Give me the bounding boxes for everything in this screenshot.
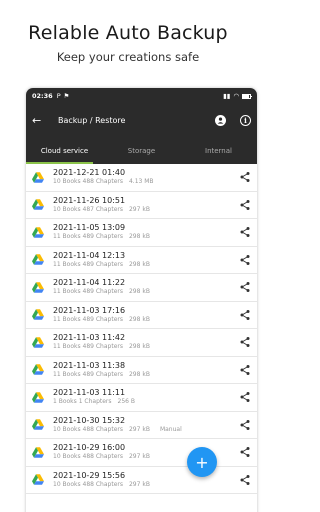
backup-info: 11 Books 489 Chapters (53, 260, 123, 268)
backup-info: 11 Books 489 Chapters (53, 370, 123, 378)
backup-row[interactable]: 2021-11-04 11:22 11 Books 489 Chapters 29… (26, 274, 257, 302)
account-icon[interactable] (215, 115, 226, 126)
add-backup-button[interactable]: + (187, 447, 217, 477)
google-drive-icon (32, 447, 44, 458)
backup-size: 297 kB (128, 425, 150, 433)
backup-info: 1 Books 1 Chapters (53, 398, 112, 406)
share-icon[interactable] (239, 336, 251, 348)
page-title: Backup / Restore (58, 116, 126, 125)
share-icon[interactable] (239, 364, 251, 376)
backup-info: 11 Books 489 Chapters (53, 288, 123, 296)
tab-cloud-service[interactable]: Cloud service (26, 137, 103, 164)
backup-info: 11 Books 489 Chapters (53, 315, 123, 323)
backup-date: 2021-11-04 12:13 (53, 250, 126, 260)
backup-row[interactable]: 2021-10-29 15:56 10 Books 488 Chapters 29… (26, 467, 257, 494)
backup-date: 2021-11-03 17:16 (53, 305, 126, 315)
share-icon[interactable] (239, 391, 251, 403)
share-icon[interactable] (239, 309, 251, 321)
backup-size: 4.13 MB (128, 178, 154, 186)
backup-size: 298 kB (128, 343, 150, 351)
backup-row[interactable]: 2021-10-30 15:32 10 Books 488 Chapters 29… (26, 412, 257, 439)
status-time: 02:36 (32, 92, 53, 100)
google-drive-icon (32, 419, 44, 430)
backup-info: 10 Books 488 Chapters (53, 178, 123, 186)
wifi-icon: ◠ (233, 92, 239, 100)
backup-date: 2021-10-30 15:32 (53, 415, 126, 425)
promo-title: Relable Auto Backup (28, 22, 228, 44)
backup-date: 2021-11-03 11:38 (53, 360, 126, 370)
google-drive-icon (32, 227, 44, 238)
back-arrow-icon[interactable]: ← (32, 114, 48, 127)
google-drive-icon (32, 282, 44, 293)
status-bar: 02:36 P ⚑ ▮▮ ◠ (26, 88, 257, 104)
signal-icon: ▮▮ (223, 92, 231, 100)
backup-size: 256 B (117, 398, 136, 406)
backup-row[interactable]: 2021-11-03 17:16 11 Books 489 Chapters 29… (26, 302, 257, 329)
flag-icon: ⚑ (63, 92, 70, 100)
backup-size: 298 kB (128, 315, 150, 323)
share-icon[interactable] (239, 254, 251, 266)
backup-date: 2021-12-21 01:40 (53, 168, 126, 178)
p-icon: P (56, 92, 61, 100)
tab-storage[interactable]: Storage (103, 137, 180, 164)
battery-icon (242, 93, 252, 99)
backup-row[interactable]: 2021-11-05 13:09 11 Books 489 Chapters 29… (26, 219, 257, 247)
backup-size: 298 kB (128, 233, 150, 241)
tab-internal[interactable]: Internal (180, 137, 257, 164)
backup-date: 2021-11-05 13:09 (53, 223, 126, 233)
share-icon[interactable] (239, 281, 251, 293)
backup-info: 10 Books 488 Chapters (53, 480, 123, 488)
backup-date: 2021-11-26 10:51 (53, 195, 126, 205)
share-icon[interactable] (239, 446, 251, 458)
info-icon[interactable]: i (240, 115, 251, 126)
google-drive-icon (32, 254, 44, 265)
backup-row[interactable]: 2021-11-03 11:42 11 Books 489 Chapters 29… (26, 329, 257, 357)
backup-info: 10 Books 487 Chapters (53, 205, 123, 213)
app-bar: ← Backup / Restore i (26, 104, 257, 137)
backup-size: 298 kB (128, 370, 150, 378)
share-icon[interactable] (239, 226, 251, 238)
tab-bar: Cloud service Storage Internal (26, 137, 257, 164)
backup-info: 10 Books 488 Chapters (53, 453, 123, 461)
backup-row[interactable]: 2021-11-26 10:51 10 Books 487 Chapters 29… (26, 192, 257, 219)
backup-row[interactable]: 2021-10-29 16:00 10 Books 488 Chapters 29… (26, 439, 257, 467)
backup-date: 2021-11-03 11:42 (53, 333, 126, 343)
promo-subtitle: Keep your creations safe (56, 50, 200, 64)
google-drive-icon (32, 474, 44, 485)
phone-screen: 02:36 P ⚑ ▮▮ ◠ ← Backup / Restore i Clou… (26, 88, 257, 512)
google-drive-icon (32, 172, 44, 183)
share-icon[interactable] (239, 199, 251, 211)
share-icon[interactable] (239, 171, 251, 183)
backup-list: 2021-12-21 01:40 10 Books 488 Chapters 4.… (26, 164, 257, 494)
backup-date: 2021-11-04 11:22 (53, 278, 126, 288)
google-drive-icon (32, 309, 44, 320)
backup-info: 11 Books 489 Chapters (53, 343, 123, 351)
backup-size: 298 kB (128, 260, 150, 268)
share-icon[interactable] (239, 419, 251, 431)
backup-row[interactable]: 2021-11-03 11:11 1 Books 1 Chapters 256 B (26, 384, 257, 412)
backup-date: 2021-11-03 11:11 (53, 388, 126, 398)
backup-size: 297 kB (128, 205, 150, 213)
backup-info: 10 Books 488 Chapters (53, 425, 123, 433)
backup-size: 298 kB (128, 288, 150, 296)
google-drive-icon (32, 199, 44, 210)
google-drive-icon (32, 337, 44, 348)
backup-size: 297 kB (128, 480, 150, 488)
backup-row[interactable]: 2021-12-21 01:40 10 Books 488 Chapters 4.… (26, 164, 257, 192)
backup-size: 297 kB (128, 453, 150, 461)
backup-row[interactable]: 2021-11-04 12:13 11 Books 489 Chapters 29… (26, 247, 257, 274)
share-icon[interactable] (239, 474, 251, 486)
backup-tag: Manual (159, 425, 182, 433)
backup-info: 11 Books 489 Chapters (53, 233, 123, 241)
backup-row[interactable]: 2021-11-03 11:38 11 Books 489 Chapters 29… (26, 357, 257, 384)
google-drive-icon (32, 392, 44, 403)
google-drive-icon (32, 364, 44, 375)
